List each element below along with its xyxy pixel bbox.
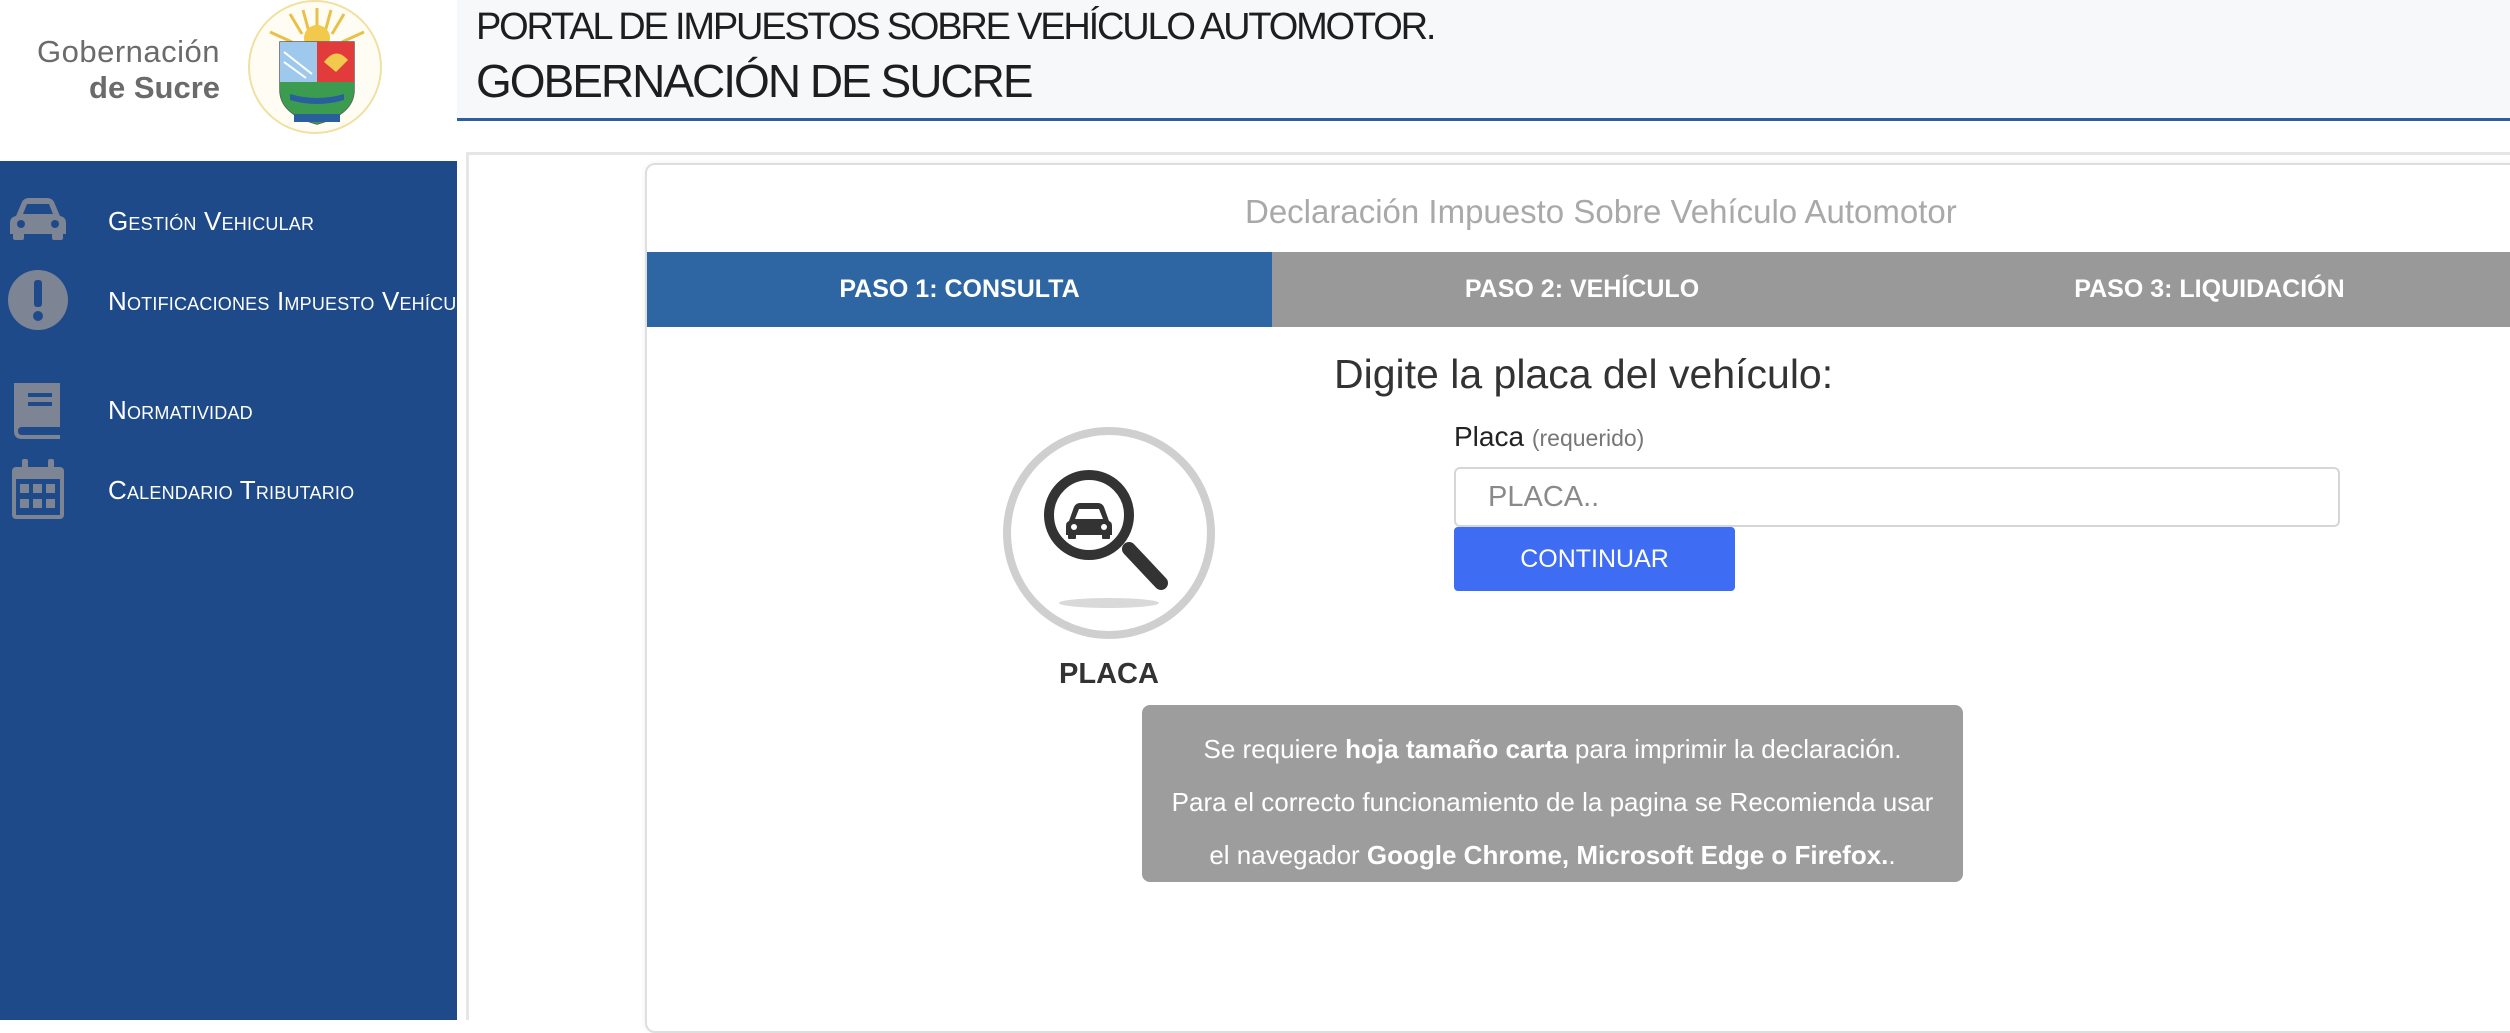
tab-paso-3-liquidacion[interactable]: PASO 3: LIQUIDACIÓN bbox=[1892, 252, 2510, 327]
sidebar-item-label: Gestión Vehicular bbox=[108, 206, 315, 236]
notice-line-3: el navegador Google Chrome, Microsoft Ed… bbox=[1142, 829, 1963, 882]
notice-bold: hoja tamaño carta bbox=[1345, 734, 1568, 764]
required-hint: (requerido) bbox=[1531, 425, 1645, 451]
sidebar-item-normatividad[interactable]: Normatividad bbox=[0, 375, 457, 445]
page-subtitle: GOBERNACIÓN DE SUCRE bbox=[476, 55, 1034, 107]
sidebar-item-label: Notificaciones Impuesto Vehícular bbox=[108, 286, 493, 316]
tab-paso-1-consulta[interactable]: PASO 1: CONSULTA bbox=[647, 252, 1272, 327]
sidebar-item-notificaciones[interactable]: Notificaciones Impuesto Vehícular bbox=[0, 266, 492, 336]
alert-icon bbox=[4, 266, 72, 334]
book-icon bbox=[4, 375, 72, 443]
car-icon bbox=[4, 186, 72, 254]
sidebar-item-label: Normatividad bbox=[108, 395, 253, 425]
declaration-card: Declaración Impuesto Sobre Vehículo Auto… bbox=[645, 163, 2510, 1033]
brand-name: Gobernación de Sucre bbox=[37, 34, 220, 106]
coat-of-arms-icon bbox=[248, 0, 382, 134]
continue-button[interactable]: CONTINUAR bbox=[1454, 527, 1735, 591]
plate-prompt: Digite la placa del vehículo: bbox=[1334, 351, 1834, 397]
plate-input[interactable] bbox=[1454, 467, 2340, 527]
sidebar: Gestión Vehicular Notificaciones Impuest… bbox=[0, 161, 492, 1020]
plate-field-label: Placa (requerido) bbox=[1454, 421, 1644, 453]
tab-paso-2-vehiculo[interactable]: PASO 2: VEHÍCULO bbox=[1272, 252, 1892, 327]
card-title: Declaración Impuesto Sobre Vehículo Auto… bbox=[1245, 193, 1957, 230]
sidebar-item-gestion-vehicular[interactable]: Gestión Vehicular bbox=[0, 186, 457, 256]
notice-line-2: Para el correcto funcionamiento de la pa… bbox=[1171, 787, 1934, 817]
notice-line-1: Se requiere hoja tamaño carta para impri… bbox=[1142, 723, 1963, 776]
sidebar-item-calendario[interactable]: Calendario Tributario bbox=[0, 455, 457, 525]
notice-text: el navegador bbox=[1209, 840, 1367, 870]
illustration-caption: PLACA bbox=[1059, 658, 1159, 690]
notice-text: para imprimir la declaración. bbox=[1567, 734, 1902, 764]
brand-line1: Gobernación bbox=[36, 34, 220, 69]
notice-bold: Google Chrome, Microsoft Edge o Firefox. bbox=[1366, 840, 1889, 870]
calendar-icon bbox=[4, 455, 72, 523]
brand-line2: de Sucre bbox=[89, 70, 220, 105]
sidebar-item-label: Calendario Tributario bbox=[108, 475, 355, 505]
requirements-notice: Se requiere hoja tamaño carta para impri… bbox=[1142, 705, 1963, 882]
page-title: PORTAL DE IMPUESTOS SOBRE VEHÍCULO AUTOM… bbox=[476, 6, 1436, 48]
car-search-icon bbox=[1001, 425, 1217, 641]
step-tabs: PASO 1: CONSULTA PASO 2: VEHÍCULO PASO 3… bbox=[647, 252, 2510, 327]
notice-text: Se requiere bbox=[1203, 734, 1346, 764]
notice-text: . bbox=[1888, 840, 1896, 870]
page-header: PORTAL DE IMPUESTOS SOBRE VEHÍCULO AUTOM… bbox=[457, 0, 2510, 121]
brand-logo[interactable]: Gobernación de Sucre bbox=[0, 0, 457, 161]
plate-label-text: Placa bbox=[1454, 421, 1525, 452]
